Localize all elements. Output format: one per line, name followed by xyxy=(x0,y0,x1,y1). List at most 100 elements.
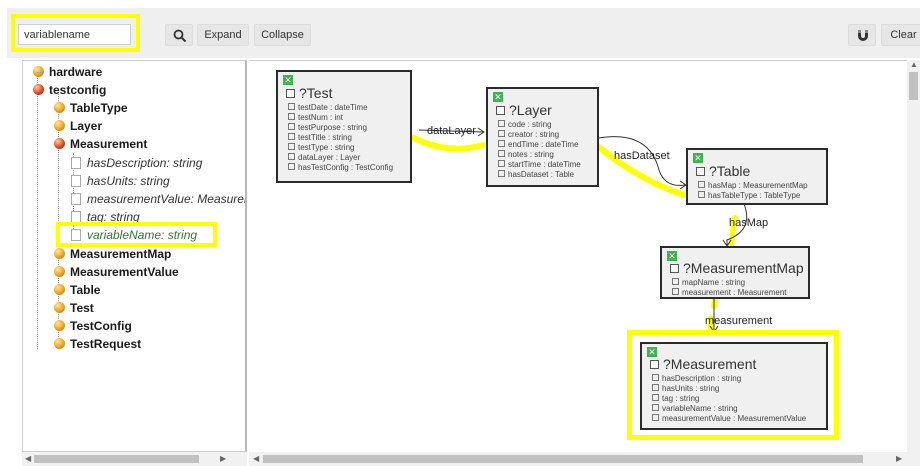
node-property[interactable]: testDate : dateTime xyxy=(288,103,393,113)
tree-item-tabletype[interactable]: TableType xyxy=(54,99,128,117)
tree-item-label: Table xyxy=(70,283,101,297)
tree-item-label: MeasurementMap xyxy=(70,247,172,261)
edge-label-measurement: measurement xyxy=(705,315,773,327)
toolbar: Expand Collapse Clear xyxy=(0,0,920,62)
tree-item-test[interactable]: Test xyxy=(54,299,94,317)
graph-horizontal-scrollbar[interactable]: ◀ ▶ xyxy=(249,452,920,466)
tree-item-label: TestConfig xyxy=(70,319,132,333)
property-doc-icon xyxy=(71,157,81,169)
scrollbar-thumb[interactable] xyxy=(263,455,863,463)
remove-node-icon[interactable]: ✕ xyxy=(493,92,503,102)
property-doc-icon xyxy=(71,175,81,187)
node-property[interactable]: variableName : string xyxy=(652,404,806,414)
expand-button[interactable]: Expand xyxy=(197,24,249,46)
node-property[interactable]: measurement : Measurement xyxy=(672,288,787,298)
node-property[interactable]: creator : string xyxy=(498,130,581,140)
search-input[interactable] xyxy=(18,24,131,45)
tree-item-table[interactable]: Table xyxy=(54,281,100,299)
magnet-button[interactable] xyxy=(848,24,876,46)
edge-label-datalayer: dataLayer xyxy=(427,125,476,137)
scroll-left-icon[interactable]: ◀ xyxy=(253,452,259,466)
clear-button[interactable]: Clear xyxy=(881,24,920,46)
node-properties: code : string creator : string endTime :… xyxy=(498,120,581,180)
node-property[interactable]: notes : string xyxy=(498,150,581,160)
edge-label-hasmap: hasMap xyxy=(729,217,769,229)
node-properties: hasMap : MeasurementMap hasTableType : T… xyxy=(698,181,808,201)
scroll-left-icon[interactable]: ◀ xyxy=(25,452,31,466)
tree-item-label: testconfig xyxy=(49,83,107,97)
collapse-button[interactable]: Collapse xyxy=(254,24,311,46)
tree-connector xyxy=(37,71,38,349)
class-icon xyxy=(54,302,65,313)
scrollbar-thumb[interactable] xyxy=(34,455,199,463)
tree-item-testconfig-class[interactable]: TestConfig xyxy=(54,317,132,335)
node-property[interactable]: tag : string xyxy=(652,394,806,404)
tree-property-hasdescription[interactable]: hasDescription: string xyxy=(71,154,202,172)
node-property[interactable]: hasDataset : Table xyxy=(498,170,581,180)
graph-vertical-scrollbar[interactable]: ▲ xyxy=(907,60,920,452)
tree-property-hasunits[interactable]: hasUnits: string xyxy=(71,172,170,190)
node-property[interactable]: hasDescription : string xyxy=(652,374,806,384)
remove-node-icon[interactable]: ✕ xyxy=(283,75,293,85)
node-table[interactable]: ✕ ?Table hasMap : MeasurementMap hasTabl… xyxy=(686,148,828,205)
node-title: ?Table xyxy=(696,163,750,179)
highlight-stroke xyxy=(411,135,486,152)
node-property[interactable]: code : string xyxy=(498,120,581,130)
tree-item-label: MeasurementValue xyxy=(70,265,179,279)
node-property[interactable]: hasMap : MeasurementMap xyxy=(698,181,808,191)
tree-item-label: TableType xyxy=(70,101,128,115)
node-measurement[interactable]: ✕ ?Measurement hasDescription : string h… xyxy=(640,342,828,430)
node-property[interactable]: hasTableType : TableType xyxy=(698,191,808,201)
node-properties: hasDescription : string hasUnits : strin… xyxy=(652,374,806,424)
node-property[interactable]: testTitle : string xyxy=(288,133,393,143)
node-layer[interactable]: ✕ ?Layer code : string creator : string … xyxy=(486,87,599,187)
tree-item-label: Test xyxy=(70,301,94,315)
checkbox-icon[interactable] xyxy=(286,89,295,98)
node-property[interactable]: hasUnits : string xyxy=(652,384,806,394)
tree-item-testconfig[interactable]: testconfig xyxy=(33,81,106,99)
node-property[interactable]: testPurpose : string xyxy=(288,123,393,133)
tree-item-label: measurementValue: MeasurementValue xyxy=(87,192,245,206)
scroll-up-icon[interactable]: ▲ xyxy=(910,58,918,72)
node-properties: mapName : string measurement : Measureme… xyxy=(672,278,787,298)
class-icon xyxy=(54,120,65,131)
tree-item-measurementvalue[interactable]: MeasurementValue xyxy=(54,263,179,281)
tree-item-hardware[interactable]: hardware xyxy=(33,63,102,81)
tree-horizontal-scrollbar[interactable]: ◀ ▶ xyxy=(22,452,247,466)
tree-item-label: Measurement xyxy=(70,137,148,151)
node-property[interactable]: dataLayer : Layer xyxy=(288,153,393,163)
node-property[interactable]: startTime : dateTime xyxy=(498,160,581,170)
tree-item-label: hasUnits: string xyxy=(87,174,170,188)
search-button[interactable] xyxy=(165,24,193,46)
scrollbar-thumb[interactable] xyxy=(909,72,918,100)
class-icon xyxy=(54,284,65,295)
toolbar-background xyxy=(7,8,920,58)
node-measurementmap[interactable]: ✕ ?MeasurementMap mapName : string measu… xyxy=(660,246,810,299)
checkbox-icon[interactable] xyxy=(650,360,659,369)
scroll-right-icon[interactable]: ▶ xyxy=(220,452,226,466)
tree-item-measurementmap[interactable]: MeasurementMap xyxy=(54,245,171,263)
node-title: ?Test xyxy=(286,85,332,101)
class-icon xyxy=(54,138,65,149)
checkbox-icon[interactable] xyxy=(696,167,705,176)
scroll-right-icon[interactable]: ▶ xyxy=(896,452,902,466)
tree-item-layer[interactable]: Layer xyxy=(54,117,102,135)
node-property[interactable]: testType : string xyxy=(288,143,393,153)
node-property[interactable]: endTime : dateTime xyxy=(498,140,581,150)
node-property[interactable]: testNum : int xyxy=(288,113,393,123)
node-property[interactable]: mapName : string xyxy=(672,278,787,288)
node-property[interactable]: measurementValue : MeasurementValue xyxy=(652,414,806,424)
checkbox-icon[interactable] xyxy=(670,264,679,273)
tree-item-testrequest[interactable]: TestRequest xyxy=(54,335,141,353)
tree-item-measurement[interactable]: Measurement xyxy=(54,135,147,153)
class-icon xyxy=(33,84,44,95)
remove-node-icon[interactable]: ✕ xyxy=(693,153,703,163)
node-title: ?Measurement xyxy=(650,356,756,372)
node-property[interactable]: hasTestConfig : TestConfig xyxy=(288,163,393,173)
node-test[interactable]: ✕ ?Test testDate : dateTime testNum : in… xyxy=(276,70,412,183)
class-icon xyxy=(54,266,65,277)
checkbox-icon[interactable] xyxy=(496,106,505,115)
search-icon xyxy=(173,29,187,43)
tree-property-measurementvalue[interactable]: measurementValue: MeasurementValue xyxy=(71,190,245,208)
class-icon xyxy=(54,320,65,331)
